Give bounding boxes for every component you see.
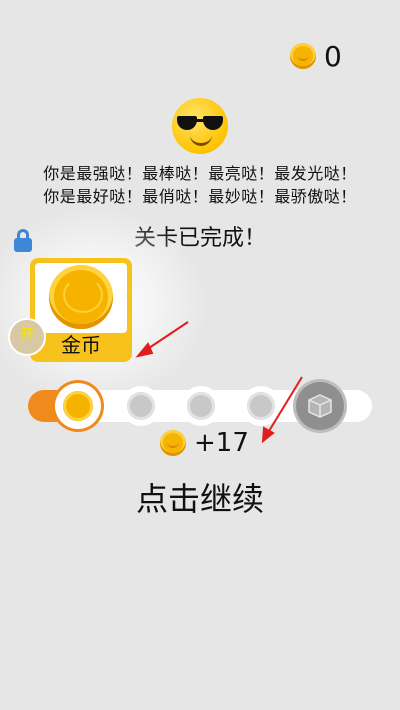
praise-line-1: 你是最强哒！最棒哒！最亮哒！最发光哒！ bbox=[43, 164, 357, 183]
avatar-badge: 开 bbox=[8, 318, 46, 356]
reward-card[interactable]: 金币 bbox=[30, 258, 132, 362]
praise-line-2: 你是最好哒！最俏哒！最妙哒！最骄傲哒！ bbox=[43, 187, 357, 206]
box-icon bbox=[308, 394, 332, 418]
coin-icon bbox=[63, 391, 93, 421]
progress-node-locked bbox=[121, 386, 161, 426]
progress-node-locked bbox=[181, 386, 221, 426]
lock-icon bbox=[8, 226, 38, 258]
reward-amount-row: +17 bbox=[160, 426, 249, 460]
coin-icon bbox=[290, 43, 316, 69]
reward-amount: +17 bbox=[194, 428, 249, 458]
coin-icon bbox=[160, 430, 186, 456]
coin-icon bbox=[49, 265, 113, 329]
progress-node-gift-box bbox=[296, 382, 344, 430]
sunglasses-emoji-icon bbox=[172, 98, 228, 154]
grey-coin-icon bbox=[247, 392, 275, 420]
coin-counter: 0 bbox=[290, 38, 342, 74]
progress-node-coin-active bbox=[55, 383, 101, 429]
coin-count: 0 bbox=[324, 39, 342, 73]
continue-button[interactable]: 点击继续 bbox=[0, 474, 400, 520]
progress-node-locked bbox=[241, 386, 281, 426]
grey-coin-icon bbox=[187, 392, 215, 420]
grey-coin-icon bbox=[127, 392, 155, 420]
